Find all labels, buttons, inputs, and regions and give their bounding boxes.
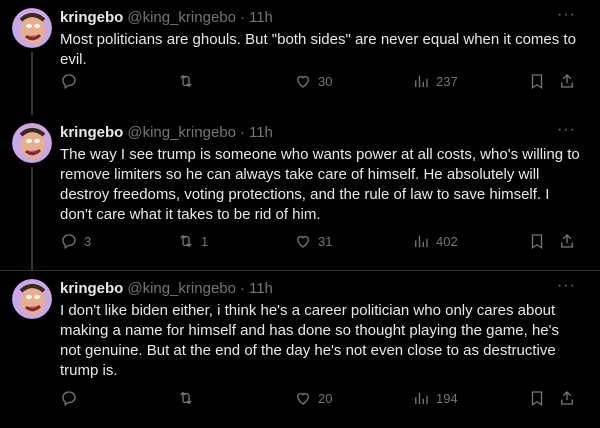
tweet-2[interactable]: kringebo @king_kringebo · 11h ··· The wa… bbox=[0, 115, 600, 270]
separator-dot: · bbox=[239, 9, 245, 26]
separator-dot: · bbox=[239, 124, 245, 141]
retweet-count: 1 bbox=[201, 233, 209, 249]
share-icon bbox=[561, 391, 573, 405]
reply-button[interactable] bbox=[60, 389, 84, 407]
author-name[interactable]: kringebo bbox=[60, 9, 123, 27]
author-handle[interactable]: @king_kringebo bbox=[127, 280, 236, 298]
retweet-icon bbox=[180, 391, 192, 405]
tweet-header: kringebo @king_kringebo · 11h bbox=[60, 0, 584, 27]
tweet-header: kringebo @king_kringebo · 11h bbox=[60, 271, 584, 298]
reply-button[interactable] bbox=[60, 72, 84, 90]
reply-button[interactable]: 3 bbox=[60, 232, 91, 250]
more-icon[interactable]: ··· bbox=[557, 6, 576, 24]
views-button[interactable]: 402 bbox=[412, 232, 458, 250]
views-count: 402 bbox=[436, 233, 458, 249]
author-handle[interactable]: @king_kringebo bbox=[127, 9, 236, 27]
views-icon bbox=[415, 75, 428, 87]
views-icon bbox=[415, 392, 428, 404]
tweet-text: The way I see trump is someone who wants… bbox=[60, 146, 580, 223]
retweet-icon bbox=[180, 74, 192, 88]
like-icon bbox=[297, 235, 309, 248]
tweet-3[interactable]: kringebo @king_kringebo · 11h ··· I don'… bbox=[0, 271, 600, 428]
share-icon bbox=[561, 234, 573, 248]
views-count: 237 bbox=[436, 73, 458, 89]
share-icon bbox=[561, 74, 573, 88]
like-count: 30 bbox=[318, 73, 333, 89]
reply-count: 3 bbox=[84, 233, 92, 249]
retweet-button[interactable]: 1 bbox=[177, 232, 208, 250]
author-handle[interactable]: @king_kringebo bbox=[127, 124, 236, 142]
author-name[interactable]: kringebo bbox=[60, 280, 123, 298]
timestamp[interactable]: 11h bbox=[249, 124, 273, 142]
like-button[interactable]: 31 bbox=[294, 232, 332, 250]
more-icon[interactable]: ··· bbox=[557, 121, 576, 139]
thread-line bbox=[31, 167, 33, 270]
bookmark-button[interactable] bbox=[528, 72, 546, 90]
views-icon bbox=[415, 235, 428, 247]
tweet-text: I don't like biden either, i think he's … bbox=[60, 302, 560, 379]
tweet-header: kringebo @king_kringebo · 11h bbox=[60, 115, 584, 142]
share-button[interactable] bbox=[558, 72, 576, 90]
like-icon bbox=[297, 392, 309, 405]
author-name[interactable]: kringebo bbox=[60, 124, 123, 142]
bookmark-button[interactable] bbox=[528, 389, 546, 407]
like-count: 20 bbox=[318, 390, 333, 406]
retweet-icon bbox=[180, 234, 192, 248]
thread-line bbox=[31, 52, 33, 115]
more-icon[interactable]: ··· bbox=[557, 277, 576, 295]
timestamp[interactable]: 11h bbox=[249, 9, 273, 27]
reply-icon bbox=[62, 234, 76, 250]
bookmark-icon bbox=[531, 234, 543, 250]
tweet-text: Most politicians are ghouls. But "both s… bbox=[60, 31, 576, 68]
separator-dot: · bbox=[239, 280, 245, 297]
avatar[interactable] bbox=[12, 8, 52, 48]
avatar[interactable] bbox=[12, 123, 52, 163]
like-icon bbox=[297, 75, 309, 88]
retweet-button[interactable] bbox=[177, 389, 201, 407]
share-button[interactable] bbox=[558, 232, 576, 250]
like-button[interactable]: 30 bbox=[294, 72, 332, 90]
avatar-cartoon-icon bbox=[12, 123, 52, 163]
bookmark-button[interactable] bbox=[528, 232, 546, 250]
retweet-button[interactable] bbox=[177, 72, 201, 90]
reply-icon bbox=[62, 74, 76, 90]
avatar-cartoon-icon bbox=[12, 279, 52, 319]
like-button[interactable]: 20 bbox=[294, 389, 332, 407]
avatar[interactable] bbox=[12, 279, 52, 319]
views-button[interactable]: 194 bbox=[412, 389, 458, 407]
views-count: 194 bbox=[436, 390, 458, 406]
bookmark-icon bbox=[531, 74, 543, 90]
bookmark-icon bbox=[531, 391, 543, 407]
share-button[interactable] bbox=[558, 389, 576, 407]
avatar-cartoon-icon bbox=[12, 8, 52, 48]
views-button[interactable]: 237 bbox=[412, 72, 458, 90]
like-count: 31 bbox=[318, 233, 333, 249]
tweet-1[interactable]: kringebo @king_kringebo · 11h ··· Most p… bbox=[0, 0, 600, 115]
timestamp[interactable]: 11h bbox=[249, 280, 273, 298]
reply-icon bbox=[62, 391, 76, 407]
